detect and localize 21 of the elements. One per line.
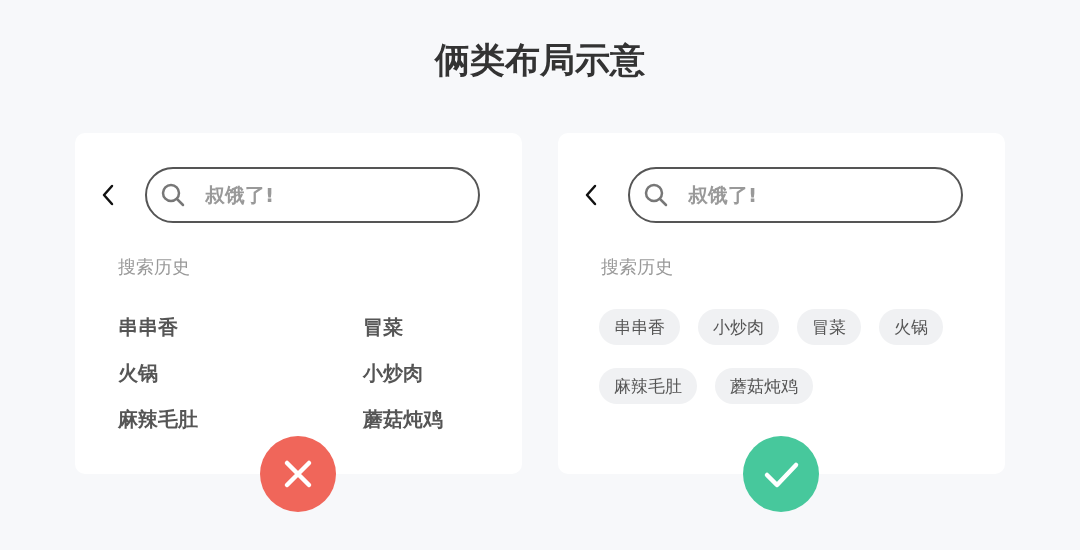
history-item[interactable]: 蘑菇炖鸡: [363, 405, 443, 433]
page-title: 俩类布局示意: [435, 39, 645, 82]
search-icon: [161, 183, 185, 207]
history-tag[interactable]: 蘑菇炖鸡: [715, 368, 813, 404]
history-item[interactable]: 火锅: [118, 359, 158, 387]
search-field[interactable]: 叔饿了!: [145, 167, 480, 223]
history-item[interactable]: 麻辣毛肚: [118, 405, 198, 433]
history-tag[interactable]: 小炒肉: [698, 309, 779, 345]
history-tag[interactable]: 冒菜: [797, 309, 861, 345]
history-tag[interactable]: 麻辣毛肚: [599, 368, 697, 404]
history-item[interactable]: 冒菜: [363, 313, 403, 341]
back-icon[interactable]: [584, 184, 598, 206]
history-tag[interactable]: 火锅: [879, 309, 943, 345]
history-item[interactable]: 串串香: [118, 313, 178, 341]
history-item[interactable]: 小炒肉: [363, 359, 423, 387]
history-tag[interactable]: 串串香: [599, 309, 680, 345]
search-field[interactable]: 叔饿了!: [628, 167, 963, 223]
section-label: 搜索历史: [601, 255, 674, 279]
search-icon: [644, 183, 668, 207]
section-label: 搜索历史: [118, 255, 191, 279]
back-icon[interactable]: [101, 184, 115, 206]
